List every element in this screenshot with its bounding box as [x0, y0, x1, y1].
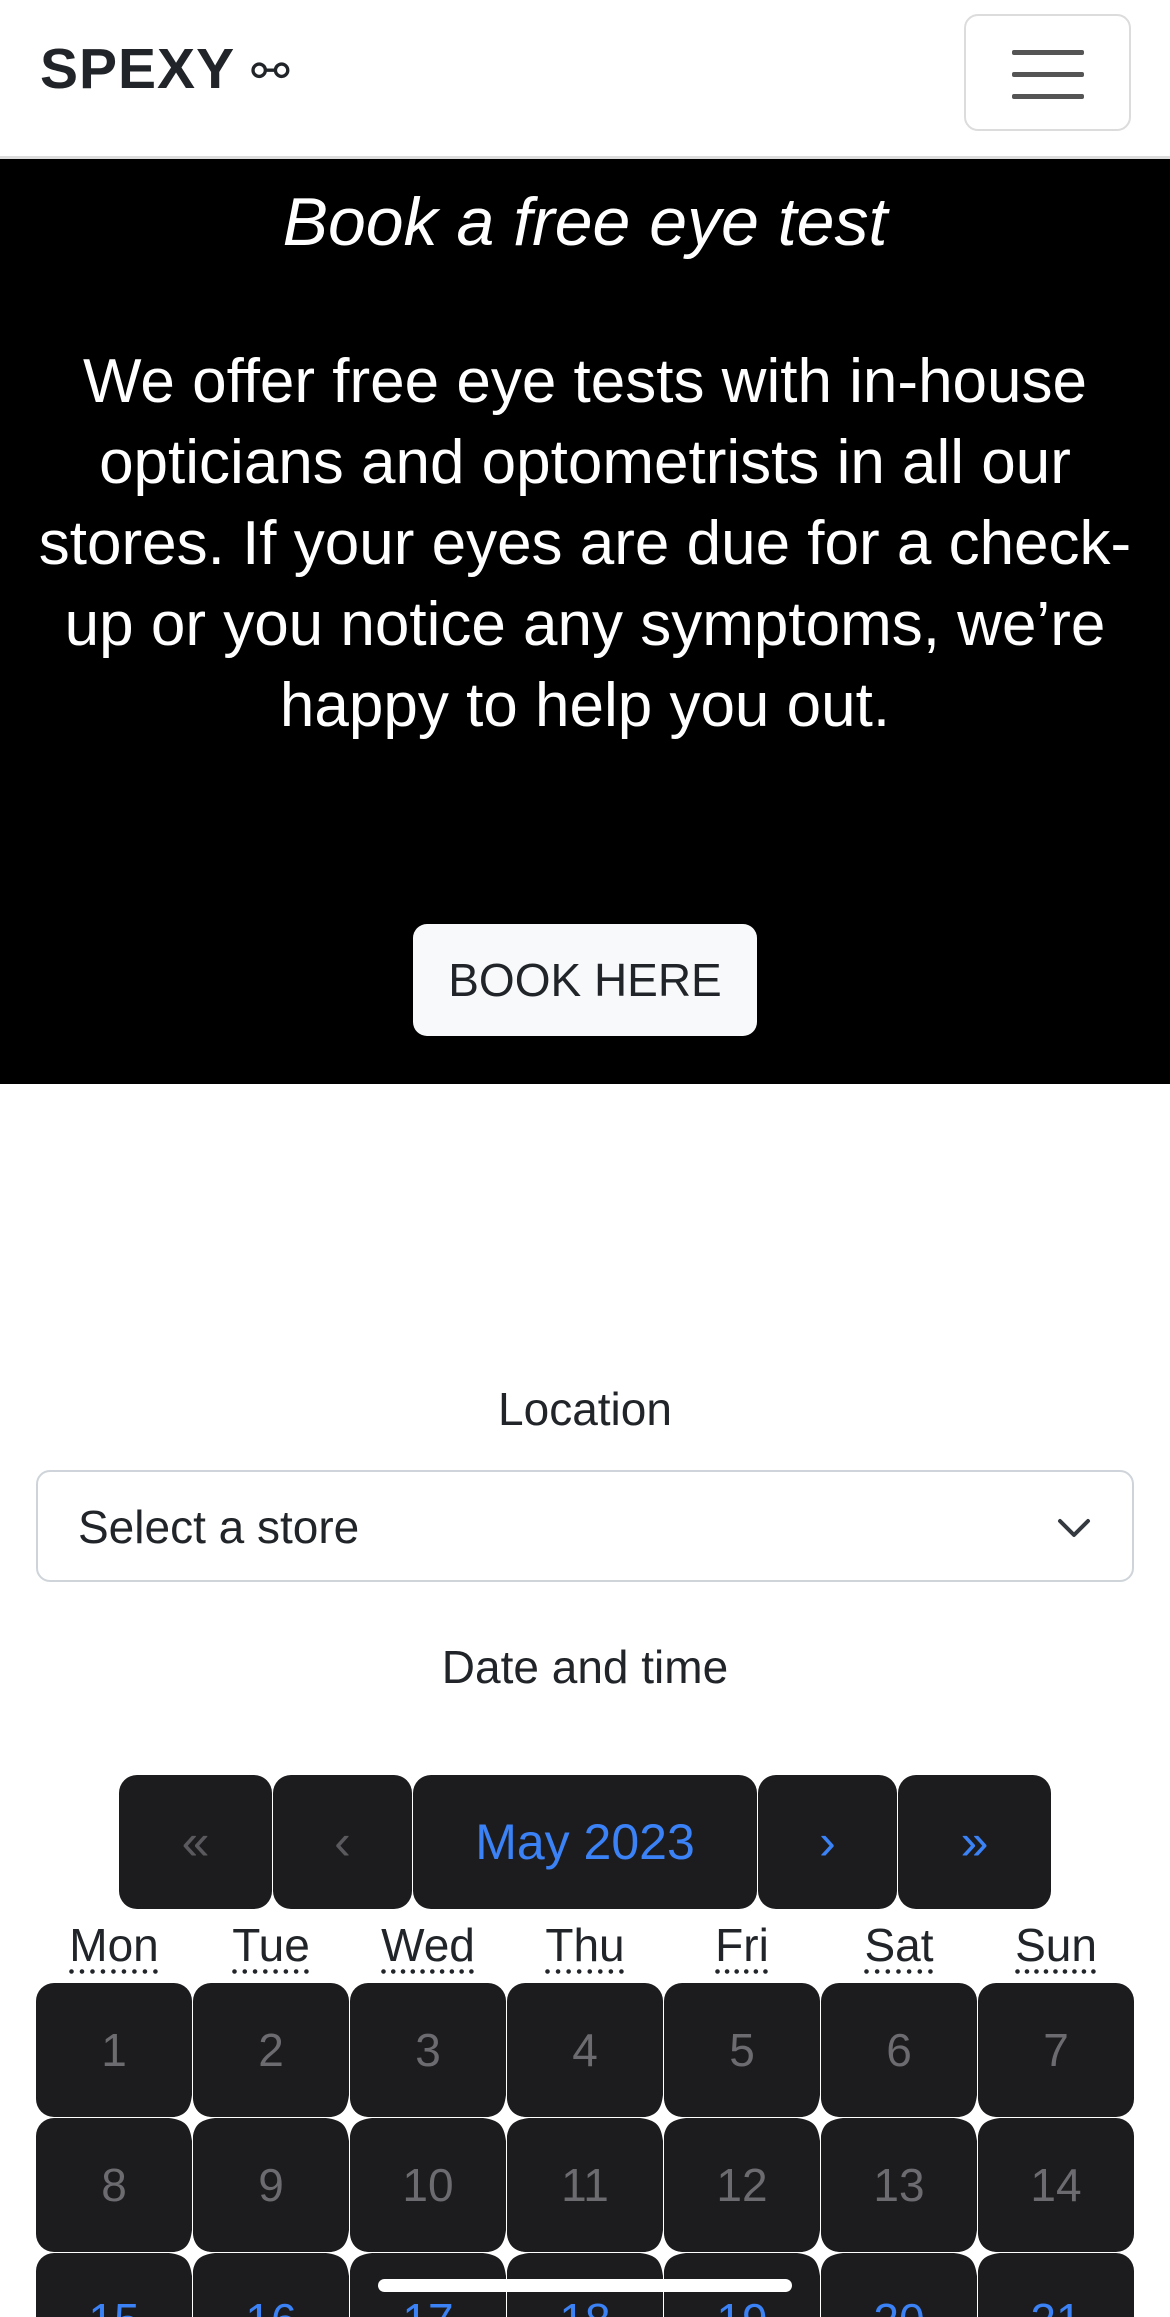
sparkle-icon — [954, 2095, 1000, 2141]
hero-banner: Book a free eye test We offer free eye t… — [0, 159, 1170, 1084]
menu-toggle-button[interactable] — [964, 14, 1131, 131]
sparkle-icon — [640, 2095, 686, 2141]
next-year-button[interactable]: » — [898, 1775, 1051, 1909]
hamburger-icon — [1012, 50, 1084, 55]
sparkle-icon — [169, 2230, 215, 2276]
location-label: Location — [498, 1383, 672, 1435]
brand-name: SPEXY — [40, 37, 236, 101]
home-indicator — [378, 2279, 792, 2292]
brand-logo[interactable]: SPEXY ⚯ — [40, 36, 291, 102]
store-select[interactable]: Select a store — [36, 1470, 1134, 1582]
sparkle-icon — [483, 2230, 529, 2276]
navbar: SPEXY ⚯ — [0, 0, 1170, 159]
book-here-button[interactable]: BOOK HERE — [413, 924, 757, 1036]
store-select-value: Select a store — [78, 1501, 360, 1553]
weekday-header: Fri — [715, 1919, 769, 1971]
weekday-header: Thu — [545, 1919, 625, 1971]
weekday-header: Sun — [1015, 1919, 1097, 1971]
calendar-day-disabled: 7 — [978, 1983, 1134, 2117]
sparkle-icon — [797, 2095, 843, 2141]
prev-year-button[interactable]: « — [119, 1775, 272, 1909]
hero-description: We offer free eye tests with in-house op… — [38, 347, 1132, 740]
sparkle-icon — [326, 2095, 372, 2141]
sparkle-icon — [326, 2230, 372, 2276]
sparkle-icon — [169, 2095, 215, 2141]
sparkle-icon — [954, 2230, 1000, 2276]
hamburger-icon-bar — [1012, 94, 1084, 99]
sparkle-icon — [797, 2230, 843, 2276]
sparkle-icon — [640, 2230, 686, 2276]
next-month-button[interactable]: › — [758, 1775, 897, 1909]
sparkle-icon — [483, 2095, 529, 2141]
calendar-day[interactable]: 21 — [978, 2253, 1134, 2317]
weekday-header: Sat — [864, 1919, 934, 1971]
weekday-header: Tue — [232, 1919, 310, 1971]
hero-title: Book a free eye test — [282, 184, 888, 260]
chevron-down-icon — [1058, 1519, 1090, 1537]
prev-month-button[interactable]: ‹ — [273, 1775, 412, 1909]
date-time-label: Date and time — [441, 1641, 729, 1693]
weekday-header: Mon — [69, 1919, 159, 1971]
glasses-icon: ⚯ — [251, 45, 291, 97]
weekday-header: Wed — [381, 1919, 475, 1971]
hamburger-icon-bar — [1012, 72, 1084, 77]
calendar-day-disabled: 14 — [978, 2118, 1134, 2252]
month-label-button[interactable]: May 2023 — [413, 1775, 757, 1909]
